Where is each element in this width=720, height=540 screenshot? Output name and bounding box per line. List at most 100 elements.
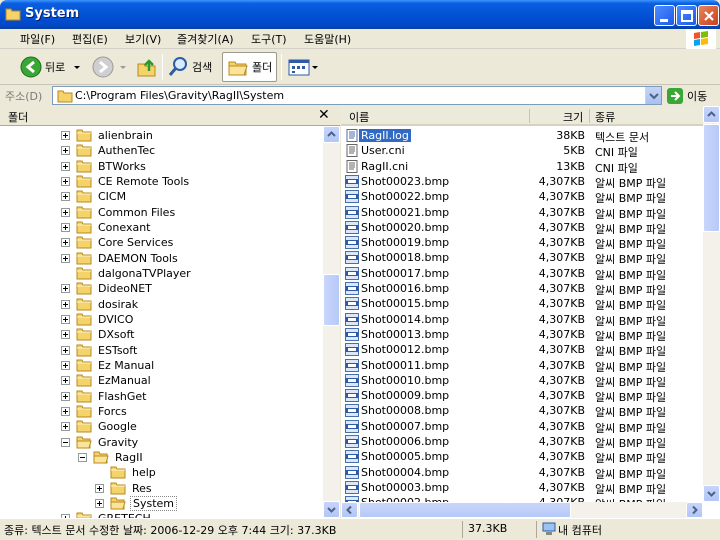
file-row[interactable]: Shot00005.bmp 4,307KB 알씨 BMP 파일 xyxy=(341,449,703,465)
tree-item[interactable]: DAEMON Tools xyxy=(61,251,180,266)
expand-icon[interactable] xyxy=(61,376,70,386)
file-row[interactable]: Shot00007.bmp 4,307KB 알씨 BMP 파일 xyxy=(341,419,703,435)
folders-button[interactable]: 폴더 xyxy=(222,52,278,82)
scroll-thumb[interactable] xyxy=(323,274,340,326)
file-row[interactable]: Shot00009.bmp 4,307KB 알씨 BMP 파일 xyxy=(341,388,703,404)
tree-item[interactable]: AuthenTec xyxy=(61,143,157,158)
expand-icon[interactable] xyxy=(61,192,70,202)
maximize-button[interactable] xyxy=(676,5,697,26)
expand-icon[interactable] xyxy=(61,146,70,156)
expand-icon[interactable] xyxy=(61,222,70,232)
expand-icon[interactable] xyxy=(61,207,70,217)
up-folder-button[interactable] xyxy=(136,52,158,82)
file-row[interactable]: Shot00004.bmp 4,307KB 알씨 BMP 파일 xyxy=(341,465,703,481)
column-type-header[interactable]: 종류 xyxy=(595,109,615,125)
file-row[interactable]: Shot00010.bmp 4,307KB 알씨 BMP 파일 xyxy=(341,373,703,389)
tree-item[interactable]: Res xyxy=(95,481,154,496)
tree-item[interactable]: Gravity xyxy=(61,435,140,450)
tree-item[interactable]: Google xyxy=(61,419,139,434)
chevron-down-icon[interactable] xyxy=(118,62,128,72)
file-row[interactable]: Shot00011.bmp 4,307KB 알씨 BMP 파일 xyxy=(341,358,703,374)
tree-item[interactable]: CICM xyxy=(61,189,128,204)
search-button[interactable]: 검색 xyxy=(167,52,212,82)
expand-icon[interactable] xyxy=(61,161,70,171)
scroll-down-button[interactable] xyxy=(703,485,720,502)
expand-icon[interactable] xyxy=(61,360,70,370)
expand-icon[interactable] xyxy=(61,314,70,324)
scroll-up-button[interactable] xyxy=(323,126,340,143)
file-row[interactable]: Shot00015.bmp 4,307KB 알씨 BMP 파일 xyxy=(341,296,703,312)
menu-view[interactable]: 보기(V) xyxy=(125,31,161,47)
column-divider[interactable] xyxy=(589,109,590,123)
scroll-left-button[interactable] xyxy=(341,502,358,518)
expand-icon[interactable] xyxy=(61,406,70,416)
scroll-right-button[interactable] xyxy=(686,502,703,518)
back-button[interactable]: 뒤로 xyxy=(20,52,82,82)
file-row[interactable]: Shot00017.bmp 4,307KB 알씨 BMP 파일 xyxy=(341,266,703,282)
file-row[interactable]: Shot00023.bmp 4,307KB 알씨 BMP 파일 xyxy=(341,174,703,190)
chevron-down-icon[interactable] xyxy=(72,62,82,72)
file-row[interactable]: Shot00022.bmp 4,307KB 알씨 BMP 파일 xyxy=(341,189,703,205)
expand-icon[interactable] xyxy=(61,284,70,294)
tree-item[interactable]: dalgonaTVPlayer xyxy=(61,266,193,281)
tree-item[interactable]: RagII xyxy=(78,450,145,465)
file-row[interactable]: Shot00002.bmp4,307KB알씨 BMP 파일 xyxy=(341,495,703,502)
expand-icon[interactable] xyxy=(61,422,70,432)
collapse-icon[interactable] xyxy=(61,437,70,447)
tree-item[interactable]: Forcs xyxy=(61,404,129,419)
file-row[interactable]: Shot00021.bmp 4,307KB 알씨 BMP 파일 xyxy=(341,205,703,221)
expand-icon[interactable] xyxy=(61,253,70,263)
file-row[interactable]: Shot00016.bmp 4,307KB 알씨 BMP 파일 xyxy=(341,281,703,297)
file-row[interactable]: Shot00003.bmp 4,307KB 알씨 BMP 파일 xyxy=(341,480,703,496)
expand-icon[interactable] xyxy=(61,330,70,340)
expand-icon[interactable] xyxy=(61,345,70,355)
file-row[interactable]: RagII.log 38KB 텍스트 문서 xyxy=(341,128,703,144)
tree-item[interactable]: Conexant xyxy=(61,220,153,235)
tree-item[interactable]: CE Remote Tools xyxy=(61,174,191,189)
expand-icon[interactable] xyxy=(61,238,70,248)
file-row[interactable]: Shot00012.bmp 4,307KB 알씨 BMP 파일 xyxy=(341,342,703,358)
tree-item[interactable]: DideoNET xyxy=(61,281,154,296)
file-row[interactable]: Shot00013.bmp 4,307KB 알씨 BMP 파일 xyxy=(341,327,703,343)
expand-icon[interactable] xyxy=(61,299,70,309)
views-button[interactable] xyxy=(288,52,320,82)
address-dropdown-button[interactable] xyxy=(645,87,661,104)
scroll-thumb[interactable] xyxy=(359,502,571,518)
column-divider[interactable] xyxy=(529,109,530,123)
tree-item[interactable]: dosirak xyxy=(61,297,140,312)
file-row[interactable]: Shot00006.bmp 4,307KB 알씨 BMP 파일 xyxy=(341,434,703,450)
file-row[interactable]: RagII.cni 13KB CNI 파일 xyxy=(341,159,703,175)
minimize-button[interactable] xyxy=(654,5,675,26)
expand-icon[interactable] xyxy=(61,176,70,186)
tree-item[interactable]: ESTsoft xyxy=(61,343,139,358)
tree-item[interactable]: DXsoft xyxy=(61,327,136,342)
tree-item[interactable]: Common Files xyxy=(61,205,177,220)
tree-item[interactable]: BTWorks xyxy=(61,159,148,174)
expand-icon[interactable] xyxy=(95,483,104,493)
tree-item[interactable]: EzManual xyxy=(61,373,153,388)
scroll-up-button[interactable] xyxy=(703,106,720,123)
tree-item[interactable]: help xyxy=(95,465,158,480)
tree-item[interactable]: DVICO xyxy=(61,312,135,327)
file-row[interactable]: Shot00014.bmp 4,307KB 알씨 BMP 파일 xyxy=(341,312,703,328)
chevron-down-icon[interactable] xyxy=(310,62,320,72)
file-row[interactable]: Shot00008.bmp 4,307KB 알씨 BMP 파일 xyxy=(341,403,703,419)
column-name-header[interactable]: 이름 xyxy=(349,109,369,125)
file-row[interactable]: Shot00019.bmp 4,307KB 알씨 BMP 파일 xyxy=(341,235,703,251)
file-list-vscrollbar[interactable] xyxy=(703,106,720,502)
menu-tools[interactable]: 도구(T) xyxy=(251,31,287,47)
collapse-icon[interactable] xyxy=(78,452,87,462)
column-size-header[interactable]: 크기 xyxy=(563,109,583,125)
tree-item[interactable]: GRETECH xyxy=(61,511,153,518)
go-button[interactable]: 이동 xyxy=(667,86,707,105)
close-button[interactable] xyxy=(698,5,719,26)
expand-icon[interactable] xyxy=(61,131,70,140)
file-list-hscrollbar[interactable] xyxy=(341,502,703,518)
folder-tree-scrollbar[interactable] xyxy=(323,126,340,518)
expand-icon[interactable] xyxy=(95,498,104,508)
address-input[interactable]: C:\Program Files\Gravity\RagII\System xyxy=(52,86,662,105)
file-row[interactable]: User.cni 5KB CNI 파일 xyxy=(341,143,703,159)
forward-button[interactable] xyxy=(92,52,128,82)
tree-item[interactable]: System xyxy=(95,495,178,511)
file-row[interactable]: Shot00018.bmp 4,307KB 알씨 BMP 파일 xyxy=(341,250,703,266)
